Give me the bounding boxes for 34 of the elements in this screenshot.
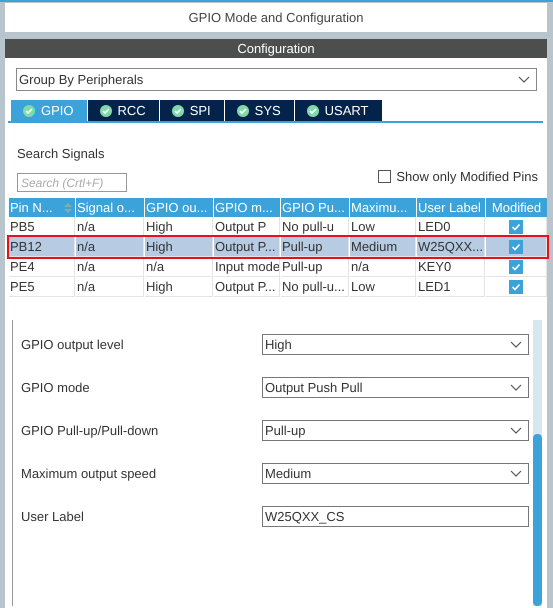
search-label: Search Signals [17,146,106,161]
chevron-down-icon [510,340,522,348]
tab[interactable]: SYS [224,100,294,121]
chevron-down-icon [510,384,522,392]
table-row[interactable]: PE5 n/a High Output P... No pull-u... Low LED1 [9,277,547,297]
chevron-down-icon [518,76,530,84]
setting-dropdown[interactable]: High [262,334,529,355]
check-circle-icon [172,104,184,116]
window-title: GPIO Mode and Configuration [5,3,547,32]
search-field[interactable]: Search (Crtl+F) [17,173,127,192]
setting-label: GPIO Pull-up/Pull-down [20,423,160,438]
tab[interactable]: USART [294,100,382,121]
scrollbar-thumb[interactable] [533,434,542,606]
check-circle-icon [100,104,112,116]
sort-icon[interactable] [64,202,72,214]
chevron-down-icon [510,470,522,478]
tab[interactable]: RCC [88,100,159,121]
setting-input[interactable]: W25QXX_CS [262,506,529,527]
check-circle-icon [236,104,249,116]
check-circle-icon [306,104,319,116]
setting-label: User Label [20,509,85,524]
setting-label: Maximum output speed [20,466,158,481]
table-row[interactable]: PB12 n/a High Output P... Pull-up Medium W25QXX... [9,237,547,257]
section-header: Configuration [5,39,547,58]
show-modified-checkbox[interactable]: Show only Modified Pins [378,169,538,184]
chevron-down-icon [510,426,522,434]
group-by-dropdown[interactable]: Group By Peripherals [16,68,537,91]
tab[interactable]: SPI [160,100,224,121]
check-circle-icon [23,104,35,116]
setting-dropdown[interactable]: Pull-up [262,420,529,441]
setting-dropdown[interactable]: Medium [262,463,529,484]
setting-label: GPIO output level [20,337,125,352]
setting-dropdown[interactable]: Output Push Pull [262,377,529,398]
setting-label: GPIO mode [20,380,91,395]
